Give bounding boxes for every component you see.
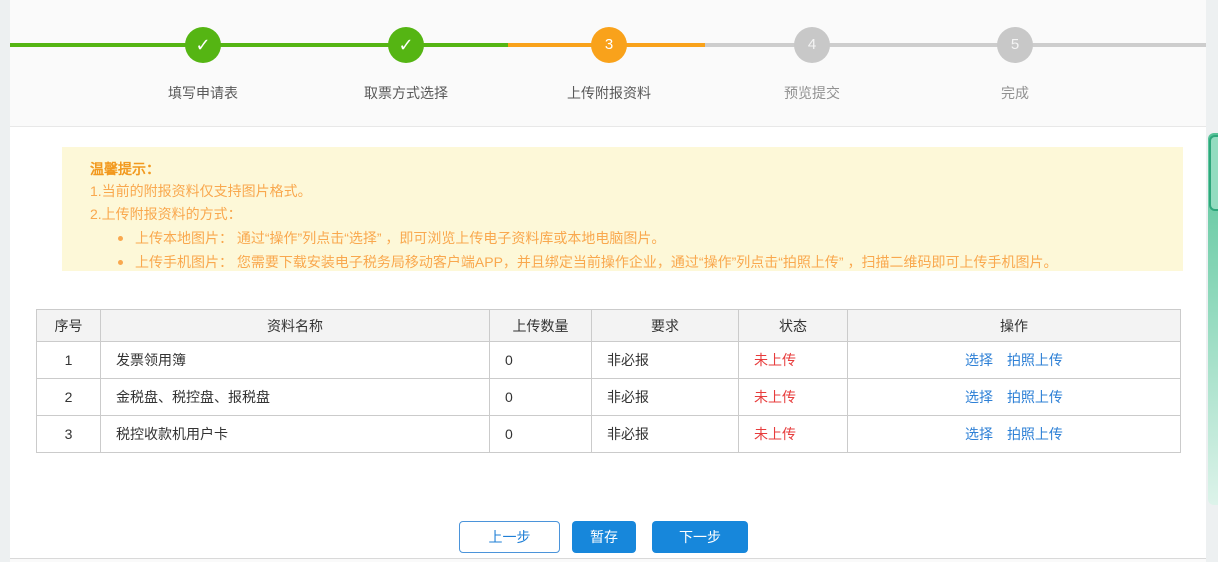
table-row: 1 发票领用簿 0 非必报 未上传 选择 拍照上传 (36, 341, 1181, 379)
select-file-link[interactable]: 选择 (965, 352, 993, 368)
header-actions: 操作 (847, 309, 1181, 342)
step-4-label: 预览提交 (784, 85, 840, 101)
bullet-icon (118, 260, 123, 265)
table-row: 3 税控收款机用户卡 0 非必报 未上传 选择 拍照上传 (36, 415, 1181, 453)
tip-bullet-local-upload: 上传本地图片： 通过“操作”列点击“选择” ，即可浏览上传电子资料库或本地电脑图… (90, 226, 1163, 250)
header-requirement: 要求 (591, 309, 739, 342)
progress-line-pending (705, 43, 1206, 47)
step-2-check-icon: ✓ (388, 27, 424, 63)
table-row: 2 金税盘、税控盘、报税盘 0 非必报 未上传 选择 拍照上传 (36, 378, 1181, 416)
step-2-label: 取票方式选择 (364, 85, 448, 101)
row-index: 2 (36, 378, 101, 416)
tip-line: 1.当前的附报资料仅支持图片格式。 (90, 183, 312, 199)
photo-upload-link[interactable]: 拍照上传 (1007, 389, 1063, 405)
header-name: 资料名称 (100, 309, 490, 342)
select-file-link[interactable]: 选择 (965, 389, 993, 405)
step-3-label: 上传附报资料 (567, 85, 651, 101)
row-count: 0 (489, 378, 592, 416)
tip-title: 温馨提示： (90, 161, 160, 177)
progress-line-completed (10, 43, 508, 47)
tip-bullet-mobile-upload: 上传手机图片： 您需要下载安装电子税务局移动客户端APP，并且绑定当前操作企业，… (90, 250, 1163, 274)
tip-line: 2.上传附报资料的方式： (90, 206, 242, 222)
step-5-circle: 5 (997, 27, 1033, 63)
step-1-label: 填写申请表 (168, 85, 238, 101)
step-3-circle: 3 (591, 27, 627, 63)
left-edge-gutter (0, 0, 10, 562)
save-draft-button[interactable]: 暂存 (572, 521, 636, 553)
scrollbar-track[interactable] (1206, 0, 1218, 562)
step-1-check-icon: ✓ (185, 27, 221, 63)
header-index: 序号 (36, 309, 101, 342)
row-name: 发票领用簿 (100, 341, 490, 379)
tip-box: 温馨提示： 1.当前的附报资料仅支持图片格式。 2.上传附报资料的方式： 上传本… (62, 147, 1183, 271)
scrollbar-thumb-highlight[interactable] (1209, 135, 1218, 211)
step-4-circle: 4 (794, 27, 830, 63)
photo-upload-link[interactable]: 拍照上传 (1007, 352, 1063, 368)
tip-bullet-text: 上传本地图片： 通过“操作”列点击“选择” ，即可浏览上传电子资料库或本地电脑图… (135, 230, 666, 246)
button-row: 上一步 暂存 下一步 (459, 521, 748, 553)
row-name: 金税盘、税控盘、报税盘 (100, 378, 490, 416)
row-name: 税控收款机用户卡 (100, 415, 490, 453)
row-actions: 选择 拍照上传 (847, 341, 1181, 379)
photo-upload-link[interactable]: 拍照上传 (1007, 426, 1063, 442)
row-count: 0 (489, 341, 592, 379)
row-status-badge: 未上传 (738, 341, 848, 379)
page: ✓ ✓ 3 4 5 填写申请表 取票方式选择 上传附报资料 预览提交 完成 温馨… (0, 0, 1218, 562)
previous-step-button[interactable]: 上一步 (459, 521, 560, 553)
row-count: 0 (489, 415, 592, 453)
row-requirement: 非必报 (591, 415, 739, 453)
step-5-label: 完成 (1001, 85, 1029, 101)
row-requirement: 非必报 (591, 341, 739, 379)
row-status-badge: 未上传 (738, 378, 848, 416)
row-index: 1 (36, 341, 101, 379)
step-progress-bar: ✓ ✓ 3 4 5 填写申请表 取票方式选择 上传附报资料 预览提交 完成 (0, 0, 1218, 127)
header-count: 上传数量 (489, 309, 592, 342)
row-status-badge: 未上传 (738, 415, 848, 453)
header-status: 状态 (738, 309, 848, 342)
row-index: 3 (36, 415, 101, 453)
row-actions: 选择 拍照上传 (847, 378, 1181, 416)
row-actions: 选择 拍照上传 (847, 415, 1181, 453)
bullet-icon (118, 236, 123, 241)
row-requirement: 非必报 (591, 378, 739, 416)
tip-bullet-text: 上传手机图片： 您需要下载安装电子税务局移动客户端APP，并且绑定当前操作企业，… (135, 254, 1058, 270)
select-file-link[interactable]: 选择 (965, 426, 993, 442)
materials-table: 序号 资料名称 上传数量 要求 状态 操作 1 发票领用簿 0 非必报 未上传 … (36, 309, 1181, 453)
next-step-button[interactable]: 下一步 (652, 521, 748, 553)
table-header-row: 序号 资料名称 上传数量 要求 状态 操作 (36, 309, 1181, 342)
